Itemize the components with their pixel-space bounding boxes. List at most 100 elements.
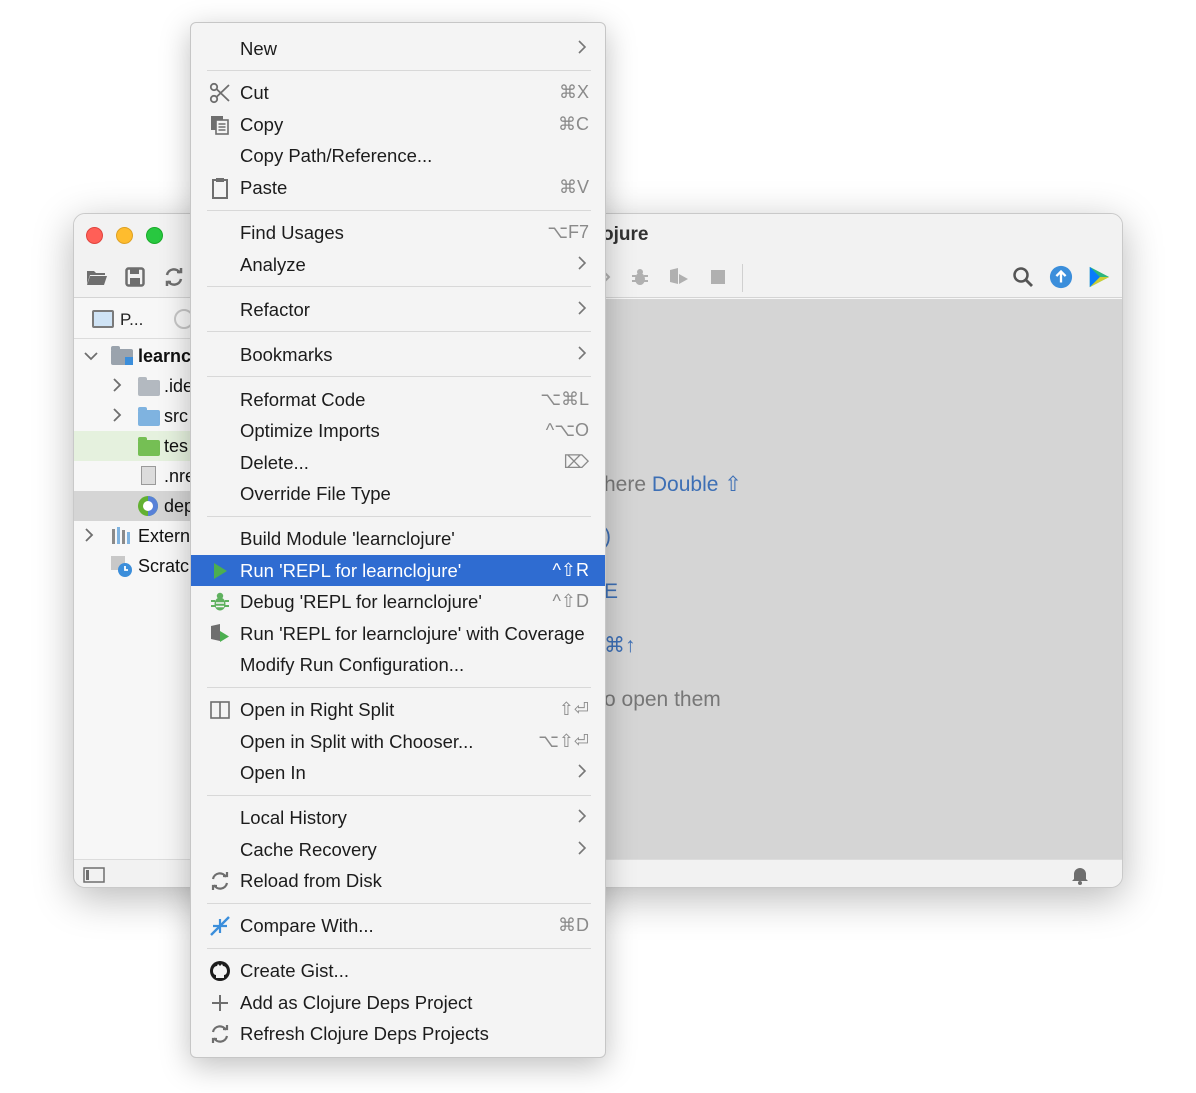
chevron-right-icon[interactable]: [112, 377, 122, 395]
menu-shortcut: ⌘D: [558, 915, 589, 935]
editor-empty-area: here Double ⇧ ) E ⌘↑ o open them: [604, 299, 1122, 859]
tree-row-nrepl[interactable]: .nre: [74, 461, 192, 491]
menu-shortcut: ^⌥O: [545, 420, 589, 440]
notifications-bell-icon[interactable]: [1070, 865, 1090, 887]
tree-row-external-libraries[interactable]: Extern: [74, 521, 192, 551]
menu-shortcut: ⌦: [563, 452, 589, 472]
open-folder-icon[interactable]: [85, 265, 109, 289]
scratches-icon: [110, 555, 134, 581]
menu-shortcut: ^⇧D: [552, 591, 589, 611]
close-window-button[interactable]: [86, 227, 103, 244]
menu-item-open-split-chooser[interactable]: Open in Split with Chooser... ⌥⇧⏎: [191, 726, 605, 757]
tree-row-scratches[interactable]: Scratc: [74, 551, 192, 581]
sync-icon[interactable]: [162, 265, 186, 289]
menu-item-run-repl[interactable]: Run 'REPL for learnclojure' ^⇧R: [191, 555, 605, 586]
save-icon[interactable]: [123, 265, 147, 289]
copy-icon: [208, 113, 232, 137]
test-folder-icon: [138, 437, 160, 456]
menu-item-new[interactable]: New: [191, 33, 605, 64]
menu-item-override-file-type[interactable]: Override File Type: [191, 478, 605, 509]
menu-item-compare-with[interactable]: Compare With... ⌘D: [191, 910, 605, 941]
tree-label: .nre: [164, 465, 192, 486]
tree-row-test[interactable]: tes: [74, 431, 192, 461]
tool-window-toggle-icon[interactable]: [83, 867, 105, 887]
update-icon[interactable]: [1049, 265, 1073, 289]
menu-item-build-module[interactable]: Build Module 'learnclojure': [191, 523, 605, 554]
menu-shortcut: ⌥⇧⏎: [538, 731, 589, 751]
tree-row-idea[interactable]: .ide: [74, 371, 192, 401]
menu-shortcut: ⌘C: [558, 114, 589, 134]
menu-item-modify-run-config[interactable]: Modify Run Configuration...: [191, 649, 605, 680]
chevron-right-icon[interactable]: [84, 527, 94, 545]
menu-item-reload-from-disk[interactable]: Reload from Disk: [191, 865, 605, 896]
editor-hint-search-everywhere: here Double ⇧: [604, 472, 742, 497]
tree-row-deps[interactable]: dep: [74, 491, 192, 521]
stop-icon[interactable]: [706, 265, 730, 289]
menu-separator: [207, 331, 591, 332]
file-icon: [141, 466, 156, 485]
tree-row-src[interactable]: src: [74, 401, 192, 431]
editor-hint-link[interactable]: Double: [652, 473, 719, 496]
menu-item-add-clojure-deps[interactable]: Add as Clojure Deps Project: [191, 987, 605, 1018]
project-tab-label[interactable]: P...: [120, 310, 143, 330]
clipboard-icon: [208, 176, 232, 200]
menu-item-cut[interactable]: Cut ⌘X: [191, 77, 605, 108]
tree-label: Extern: [138, 525, 191, 546]
debug-toolbar-icon[interactable]: [628, 265, 652, 289]
minimize-window-button[interactable]: [116, 227, 133, 244]
project-view-icon[interactable]: [92, 310, 114, 328]
menu-separator: [207, 376, 591, 377]
menu-item-debug-repl[interactable]: Debug 'REPL for learnclojure' ^⇧D: [191, 586, 605, 617]
menu-item-delete[interactable]: Delete... ⌦: [191, 447, 605, 478]
menu-item-create-gist[interactable]: Create Gist...: [191, 955, 605, 986]
menu-item-copy[interactable]: Copy ⌘C: [191, 109, 605, 140]
editor-hint-prefix: here: [604, 473, 652, 496]
tree-row-project-root[interactable]: learnc: [74, 341, 192, 371]
menu-item-open-in[interactable]: Open In: [191, 757, 605, 788]
github-icon: [208, 959, 232, 983]
coverage-icon: [208, 622, 232, 646]
submenu-chevron-icon: [578, 38, 587, 59]
menu-shortcut: ^⇧R: [552, 560, 589, 580]
menu-separator: [207, 687, 591, 688]
menu-separator: [207, 516, 591, 517]
menu-item-cache-recovery[interactable]: Cache Recovery: [191, 834, 605, 865]
search-icon[interactable]: [1011, 265, 1035, 289]
menu-item-refresh-clojure-deps[interactable]: Refresh Clojure Deps Projects: [191, 1018, 605, 1049]
refresh-icon: [208, 1022, 232, 1046]
menu-item-bookmarks[interactable]: Bookmarks: [191, 339, 605, 370]
module-badge-icon: [125, 357, 133, 365]
menu-shortcut: ⇧⏎: [558, 699, 589, 719]
chevron-down-icon[interactable]: [84, 348, 98, 364]
menu-item-reformat-code[interactable]: Reformat Code ⌥⌘L: [191, 384, 605, 415]
clojure-file-icon: [137, 495, 159, 521]
tree-label: learnc: [138, 345, 192, 366]
coverage-toolbar-icon[interactable]: [667, 265, 691, 289]
menu-separator: [207, 210, 591, 211]
zoom-window-button[interactable]: [146, 227, 163, 244]
submenu-chevron-icon: [578, 839, 587, 860]
jetbrains-ai-icon[interactable]: [1087, 265, 1111, 289]
menu-item-run-with-coverage[interactable]: Run 'REPL for learnclojure' with Coverag…: [191, 618, 605, 649]
compare-icon: [208, 914, 232, 938]
tree-label: src: [164, 405, 188, 426]
menu-item-local-history[interactable]: Local History: [191, 802, 605, 833]
menu-item-analyze[interactable]: Analyze: [191, 249, 605, 280]
menu-item-copy-path[interactable]: Copy Path/Reference...: [191, 140, 605, 171]
menu-item-paste[interactable]: Paste ⌘V: [191, 172, 605, 203]
menu-item-optimize-imports[interactable]: Optimize Imports ^⌥O: [191, 415, 605, 446]
editor-hint-key: ⇧: [724, 473, 742, 496]
run-icon: [208, 559, 232, 583]
submenu-chevron-icon: [578, 807, 587, 828]
tree-label: Scratc: [138, 555, 190, 576]
editor-hint-drop-files: o open them: [604, 688, 721, 711]
chevron-right-icon[interactable]: [112, 407, 122, 425]
menu-item-find-usages[interactable]: Find Usages ⌥F7: [191, 217, 605, 248]
menu-item-open-right-split[interactable]: Open in Right Split ⇧⏎: [191, 694, 605, 725]
menu-separator: [207, 286, 591, 287]
menu-item-refactor[interactable]: Refactor: [191, 294, 605, 325]
editor-hint-line-3: E: [604, 580, 619, 603]
menu-separator: [207, 948, 591, 949]
folder-icon: [138, 377, 160, 396]
submenu-chevron-icon: [578, 254, 587, 275]
